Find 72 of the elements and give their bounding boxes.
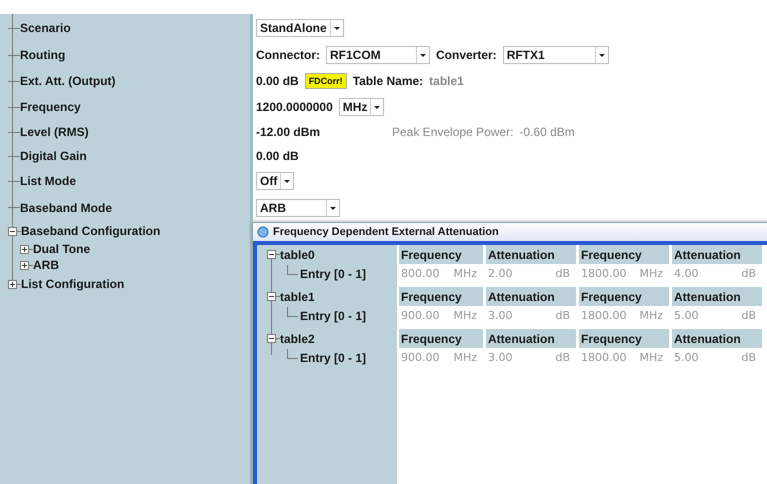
dropdown[interactable]: ARB xyxy=(256,198,340,216)
caret-icon xyxy=(594,47,608,63)
field-label: Peak Envelope Power: xyxy=(392,125,514,139)
tree-item[interactable]: Ext. Att. (Output) xyxy=(20,74,116,88)
table-cell-text: 5.00 dB xyxy=(673,350,757,366)
value-text: 0.00 dB xyxy=(256,74,299,88)
tree-item[interactable]: ARB xyxy=(33,258,59,272)
value-text: 1200.0000000 xyxy=(256,100,333,114)
app-icon xyxy=(257,226,269,238)
tree-item[interactable]: Level (RMS) xyxy=(20,125,89,139)
tree-item[interactable]: Routing xyxy=(20,48,66,62)
table-cell-text: 800.00 MHz xyxy=(400,266,478,282)
dropdown[interactable]: StandAlone xyxy=(256,19,344,37)
tree-item[interactable]: List Mode xyxy=(20,174,76,188)
value-text: 0.00 dB xyxy=(256,149,299,163)
tree-item[interactable]: table1 xyxy=(280,290,315,304)
collapse-icon[interactable] xyxy=(8,226,17,236)
caret-icon xyxy=(326,200,339,216)
value-text: table1 xyxy=(429,74,464,88)
column-header: Frequency xyxy=(579,245,669,264)
table-cell-text: 4.00 dB xyxy=(673,266,757,282)
collapse-icon[interactable] xyxy=(267,334,276,343)
column-header: Attenuation xyxy=(672,287,762,306)
tree-item[interactable]: List Configuration xyxy=(21,277,124,291)
dropdown[interactable]: RF1COM xyxy=(326,46,430,64)
tree-item[interactable]: Entry [0 - 1] xyxy=(300,266,366,280)
column-header: Frequency xyxy=(399,329,483,348)
table-cell-text: 2.00 dB xyxy=(487,266,571,282)
column-header: Frequency xyxy=(399,245,483,264)
tree-item[interactable]: Scenario xyxy=(20,21,71,35)
expand-icon[interactable] xyxy=(8,280,17,288)
dropdown[interactable]: Off xyxy=(256,172,294,190)
table-cell-text: 3.00 dB xyxy=(487,308,571,324)
expand-icon[interactable] xyxy=(20,244,29,254)
table-cell-text: 1800.00 MHz xyxy=(580,266,664,282)
value-text: -12.00 dBm xyxy=(256,125,322,139)
field-label: Connector: xyxy=(256,48,320,62)
tree-item[interactable]: Baseband Configuration xyxy=(21,224,160,238)
table-cell-text: 1800.00 MHz xyxy=(580,308,664,324)
column-header: Attenuation xyxy=(486,287,576,306)
dropdown[interactable]: RFTX1 xyxy=(502,46,609,64)
tree-item[interactable]: table0 xyxy=(280,248,315,262)
field-label: Converter: xyxy=(436,48,497,62)
column-header: Frequency xyxy=(399,287,483,306)
table-cell-text: 900.00 MHz xyxy=(400,308,478,324)
column-header: Frequency xyxy=(579,329,669,348)
expand-icon[interactable] xyxy=(20,260,29,270)
tree-item[interactable]: table2 xyxy=(280,332,315,346)
value-text: -0.60 dBm xyxy=(519,125,575,139)
collapse-icon[interactable] xyxy=(267,292,276,301)
tree-item[interactable]: Baseband Mode xyxy=(20,200,112,214)
dropdown[interactable]: MHz xyxy=(338,98,384,116)
caret-icon xyxy=(330,20,343,36)
table-cell-text: 1800.00 MHz xyxy=(580,350,664,366)
dialog-title: Frequency Dependent External Attenuation xyxy=(273,226,499,238)
table-cell-text: 5.00 dB xyxy=(673,308,757,324)
tree-item[interactable]: Digital Gain xyxy=(20,149,87,163)
column-header: Attenuation xyxy=(486,245,576,264)
tree-item[interactable]: Entry [0 - 1] xyxy=(300,308,366,322)
tree-item[interactable]: Dual Tone xyxy=(33,242,90,256)
fdcorr-button[interactable]: FDCorr! xyxy=(304,73,347,89)
column-header: Attenuation xyxy=(672,329,762,348)
table-cell-text: 3.00 dB xyxy=(487,350,571,366)
column-header: Attenuation xyxy=(672,245,762,264)
tree-item[interactable]: Entry [0 - 1] xyxy=(300,350,366,364)
collapse-icon[interactable] xyxy=(267,250,276,259)
column-header: Attenuation xyxy=(486,329,576,348)
caret-icon xyxy=(416,47,429,63)
column-header: Frequency xyxy=(579,287,669,306)
tree-item[interactable]: Frequency xyxy=(20,100,81,114)
table-cell-text: 900.00 MHz xyxy=(400,350,478,366)
field-label: Table Name: xyxy=(352,74,424,88)
